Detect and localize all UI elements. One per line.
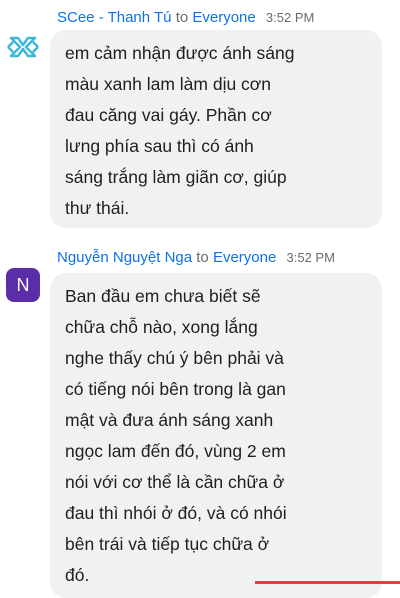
sender-name[interactable]: SCee - Thanh Tú [57,9,172,26]
message-header: SCee - Thanh Tú to Everyone 3:52 PM [57,8,314,28]
message-bubble[interactable]: em cảm nhận được ánh sáng màu xanh lam l… [50,30,382,228]
message-bubble[interactable]: Ban đầu em chưa biết sẽ chữa chỗ nào, xo… [50,273,382,598]
message-line: đau căng vai gáy. Phần cơ [65,105,272,125]
avatar[interactable]: N [6,268,40,302]
message-line: mật và đưa ánh sáng xanh [65,410,274,430]
message-line: ngọc lam đến đó, vùng 2 em [65,441,286,461]
message-line: lưng phía sau thì có ánh [65,136,254,156]
sender-name[interactable]: Nguyễn Nguyệt Nga [57,249,192,266]
message-line: sáng trắng làm giãn cơ, giúp [65,167,287,187]
chat-message: Nguyễn Nguyệt Nga to Everyone 3:52 PM N … [0,240,400,598]
message-line: thư thái. [65,198,130,218]
message-line: nghe thấy chú ý bên phải và [65,348,284,368]
to-label: to [196,249,209,266]
message-line: chữa chỗ nào, xong lắng [65,317,258,337]
message-line: đó. [65,565,90,585]
avatar-letter: N [16,275,30,295]
chat-message: SCee - Thanh Tú to Everyone 3:52 PM em c… [0,0,400,236]
scee-logo-icon [7,36,39,58]
message-time: 3:52 PM [265,10,315,25]
message-line: bên trái và tiếp tục chữa ở [65,534,270,554]
message-line: nói với cơ thể là cần chữa ở [65,472,285,492]
message-line: có tiếng nói bên trong là gan [65,379,286,399]
avatar[interactable] [6,30,40,64]
message-header: Nguyễn Nguyệt Nga to Everyone 3:52 PM [57,248,335,268]
message-line: màu xanh lam làm dịu cơn [65,74,272,94]
to-label: to [175,9,189,26]
message-line: em cảm nhận được ánh sáng [65,43,295,63]
recipient-name[interactable]: Everyone [213,249,276,266]
message-line: Ban đầu em chưa biết sẽ [65,286,261,306]
message-line: đau thì nhói ở đó, và có nhói [65,503,287,523]
message-time: 3:52 PM [286,250,335,265]
recipient-name[interactable]: Everyone [192,9,255,26]
